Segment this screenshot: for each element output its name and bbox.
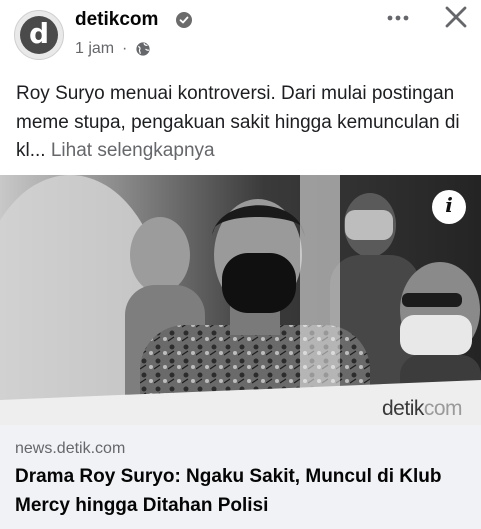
more-options-button[interactable] bbox=[382, 6, 414, 30]
info-button[interactable]: i bbox=[432, 190, 466, 224]
link-title[interactable]: Drama Roy Suryo: Ngaku Sakit, Muncul di … bbox=[15, 462, 470, 520]
watermark-logo: detikcom bbox=[382, 397, 463, 421]
verified-check-icon bbox=[176, 12, 192, 28]
post-time[interactable]: 1 jam bbox=[75, 40, 114, 58]
post-text: Roy Suryo menuai kontroversi. Dari mulai… bbox=[16, 80, 471, 166]
close-icon bbox=[445, 6, 467, 28]
watermark-primary: detik bbox=[382, 397, 424, 420]
link-preview-image[interactable] bbox=[0, 175, 481, 425]
watermark-secondary: com bbox=[423, 397, 463, 420]
close-button[interactable] bbox=[440, 4, 472, 32]
page-avatar[interactable]: d bbox=[14, 10, 64, 60]
see-more-link[interactable]: Lihat selengkapnya bbox=[51, 140, 215, 161]
link-domain: news.detik.com bbox=[15, 440, 126, 457]
info-icon: i bbox=[445, 193, 453, 217]
globe-icon bbox=[135, 41, 151, 57]
time-separator: · bbox=[122, 40, 128, 57]
news-photo bbox=[0, 175, 481, 425]
more-horizontal-icon bbox=[387, 15, 409, 21]
page-name[interactable]: detikcom bbox=[75, 9, 158, 31]
post-header: d detikcom 1 jam · bbox=[0, 0, 481, 70]
avatar-letter: d bbox=[20, 16, 58, 54]
